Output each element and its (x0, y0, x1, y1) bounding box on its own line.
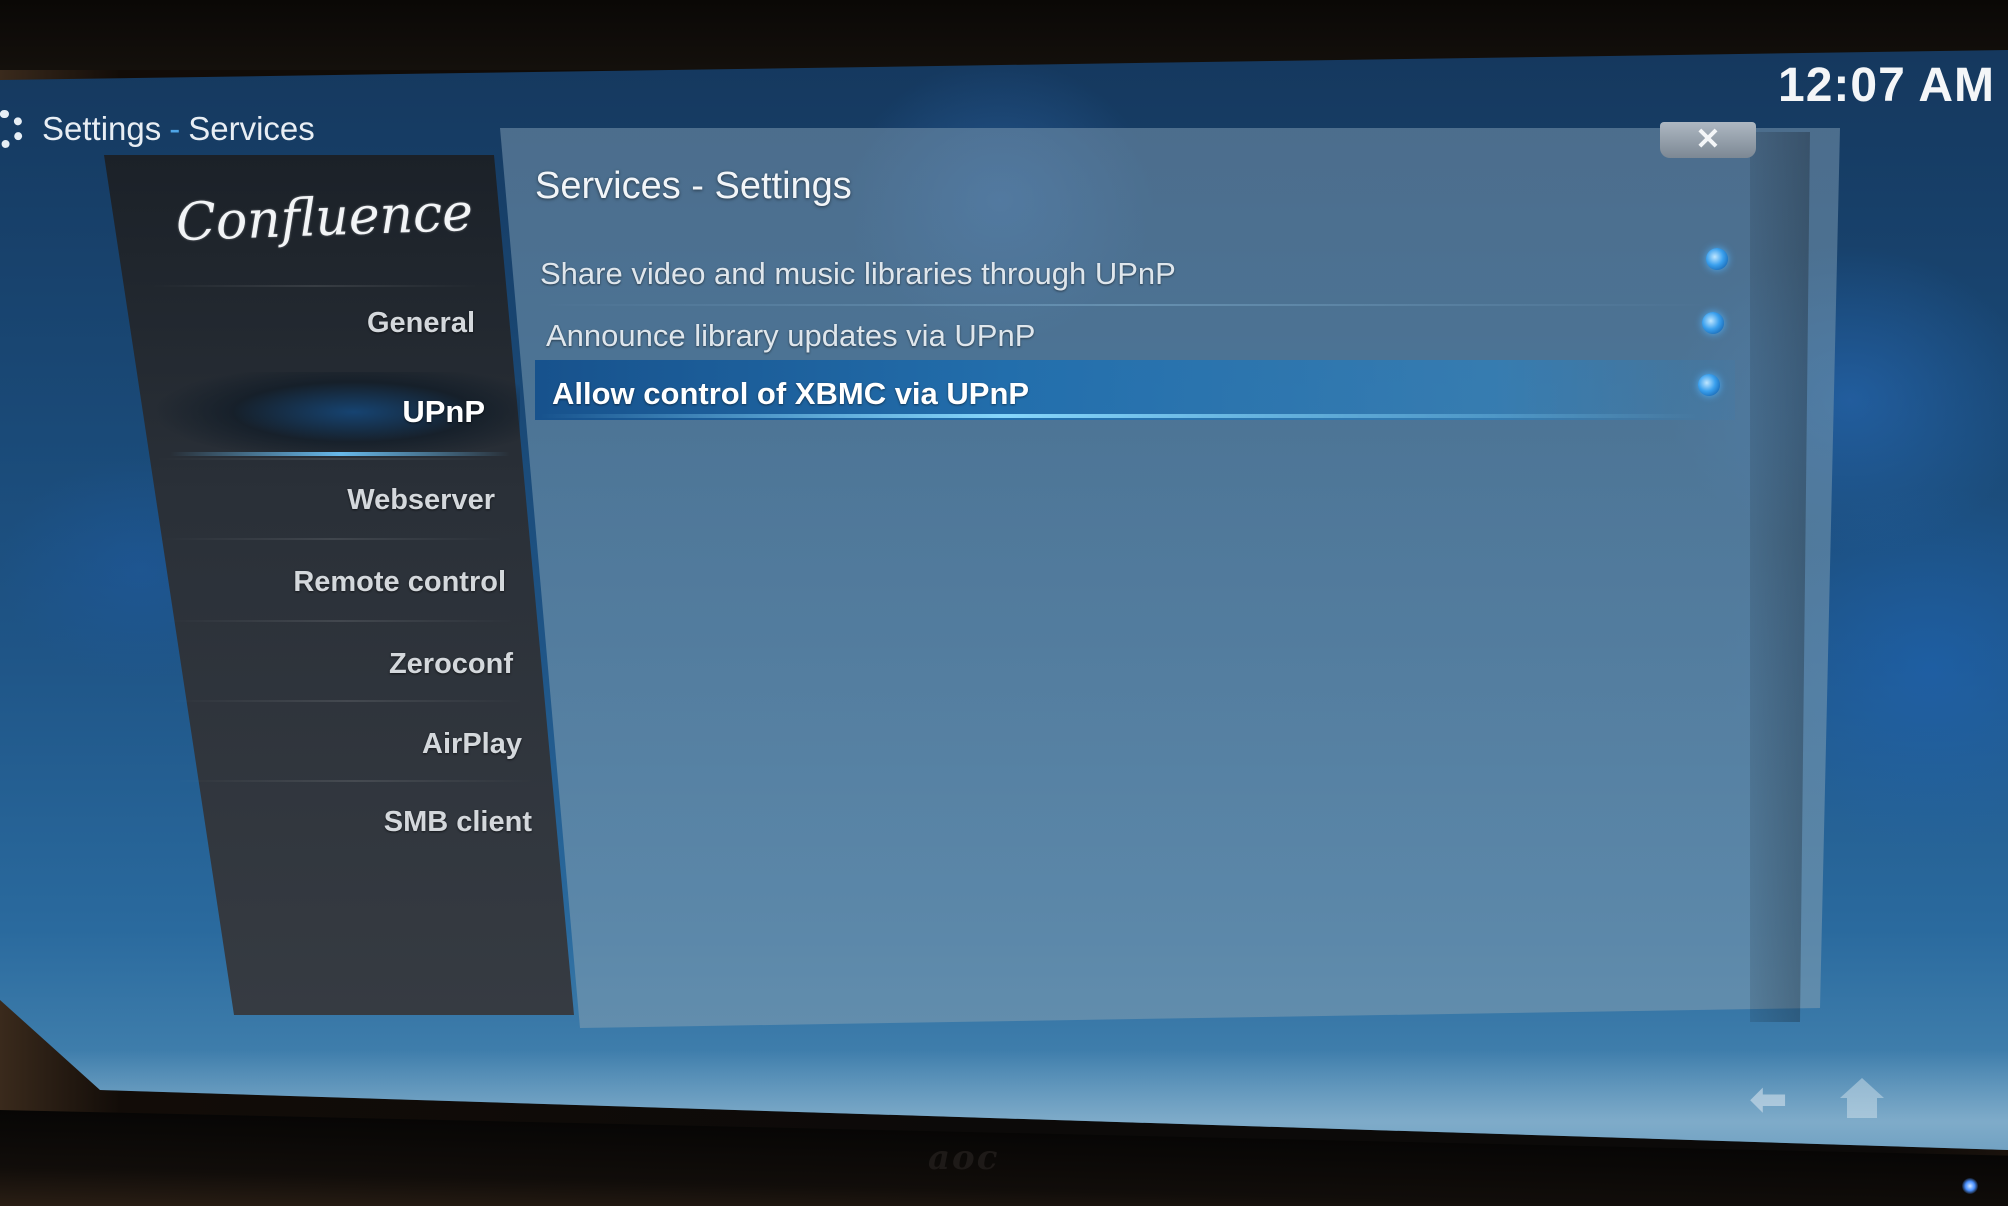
setting-announce-updates[interactable]: Announce library updates via UPnP (546, 318, 1035, 354)
clock: 12:07 AM (1778, 59, 1995, 112)
toggle-allow-control[interactable] (1698, 374, 1720, 396)
page-title: Services - Settings (535, 165, 852, 207)
nav-divider (150, 285, 480, 287)
nav-item-general[interactable]: General (367, 307, 475, 340)
breadcrumb-root[interactable]: Settings (42, 110, 161, 147)
nav-divider (170, 700, 525, 702)
nav-divider (175, 780, 535, 782)
skin-logo: Confluence (175, 182, 474, 254)
nav-divider (160, 538, 505, 540)
photo-frame: Settings - Services 12:07 AM Confluence Ge… (0, 0, 2008, 1206)
monitor-brand-logo: aoc (928, 1138, 1000, 1178)
close-button[interactable]: ✕ (1660, 122, 1756, 158)
nav-item-webserver[interactable]: Webserver (347, 484, 495, 517)
nav-item-airplay[interactable]: AirPlay (422, 728, 522, 761)
home-icon-roof (1840, 1078, 1884, 1098)
breadcrumb-current: Services (188, 110, 315, 147)
setting-share-libraries[interactable]: Share video and music libraries through … (540, 256, 1176, 292)
setting-focus-glow (540, 414, 1700, 418)
nav-divider (165, 620, 515, 622)
toggle-share-libraries[interactable] (1706, 248, 1728, 270)
breadcrumb: Settings - Services (42, 110, 315, 148)
home-icon-base (1847, 1098, 1877, 1118)
nav-active-glow (170, 452, 510, 456)
breadcrumb-separator: - (169, 110, 181, 147)
setting-allow-control[interactable]: Allow control of XBMC via UPnP (552, 376, 1029, 412)
nav-item-upnp[interactable]: UPnP (402, 394, 485, 430)
scrollbar[interactable] (1750, 132, 1810, 1022)
setting-divider (540, 304, 1710, 306)
nav-item-smb-client[interactable]: SMB client (384, 806, 532, 839)
nav-item-zeroconf[interactable]: Zeroconf (389, 648, 513, 681)
nav-divider (155, 458, 495, 460)
home-icon[interactable] (1838, 1078, 1888, 1122)
power-led (1962, 1178, 1978, 1194)
back-icon[interactable]: ⬅ (1750, 1078, 1810, 1122)
nav-item-remote-control[interactable]: Remote control (293, 566, 506, 599)
close-icon: ✕ (1695, 123, 1721, 156)
toggle-announce-updates[interactable] (1702, 312, 1724, 334)
